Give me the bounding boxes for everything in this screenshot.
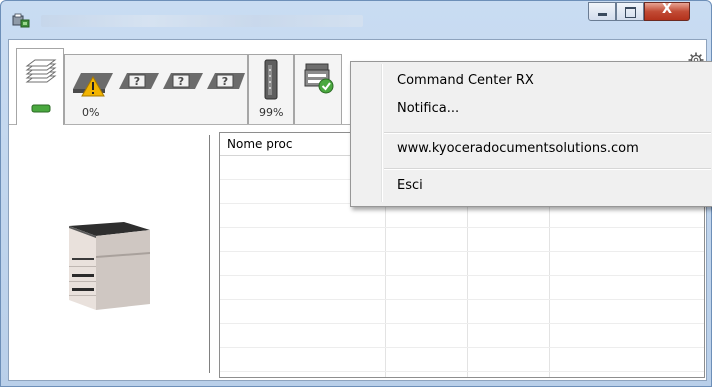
menu-item-command-center[interactable]: Command Center RX: [397, 73, 534, 88]
menu-item-notification[interactable]: Notifica...: [397, 101, 459, 116]
tab-paper-trays[interactable]: ? ? ? 0%: [64, 54, 248, 125]
menu-gutter: [381, 64, 383, 202]
column-header-job-name[interactable]: Nome proc: [227, 137, 292, 151]
maximize-icon: [625, 7, 636, 18]
close-button[interactable]: X: [644, 2, 690, 21]
row-divider: [220, 275, 704, 276]
row-divider: [220, 371, 704, 372]
menu-separator: [384, 132, 711, 134]
close-icon: X: [661, 2, 673, 17]
tab-toner[interactable]: 99%: [248, 54, 294, 125]
row-divider: [220, 251, 704, 252]
context-menu: Command Center RX Notifica... www.kyocer…: [350, 61, 712, 207]
pane-splitter[interactable]: [209, 135, 210, 373]
tab-printer-status[interactable]: [16, 48, 64, 125]
app-window: X ? ? ? 0% 99% Nome proc Command Center …: [0, 0, 712, 387]
tab-device[interactable]: [294, 54, 342, 125]
menu-item-exit[interactable]: Esci: [397, 178, 423, 193]
unknown-tray-icon: ?: [119, 73, 159, 89]
svg-text:?: ?: [222, 75, 228, 88]
row-divider: [220, 347, 704, 348]
menu-separator: [384, 168, 711, 170]
menu-item-website[interactable]: www.kyoceradocumentsolutions.com: [397, 141, 639, 156]
row-divider: [220, 227, 704, 228]
row-divider: [220, 299, 704, 300]
stack-of-paper-icon: [25, 59, 57, 83]
printer-monitor-icon: [12, 13, 30, 28]
row-divider: [220, 323, 704, 324]
paper-tray-icons: ? ? ?: [73, 73, 245, 97]
svg-text:?: ?: [134, 75, 140, 88]
toner-cartridge-icon: [264, 59, 278, 100]
printer-preview-pane: [9, 126, 214, 378]
svg-text:?: ?: [178, 75, 184, 88]
tray-level-percent: 0%: [82, 106, 100, 119]
printer-illustration: [69, 222, 150, 310]
status-led-icon: [31, 104, 51, 113]
toner-level-percent: 99%: [259, 106, 284, 119]
title-bar[interactable]: X: [1, 1, 711, 39]
unknown-tray-icon: ?: [163, 73, 203, 89]
window-title: [41, 15, 363, 27]
maximize-button[interactable]: [616, 2, 644, 21]
unknown-tray-icon: ?: [207, 73, 245, 89]
mfp-device-icon: [304, 63, 334, 94]
minimize-button[interactable]: [588, 2, 616, 21]
minimize-icon: [598, 13, 607, 16]
